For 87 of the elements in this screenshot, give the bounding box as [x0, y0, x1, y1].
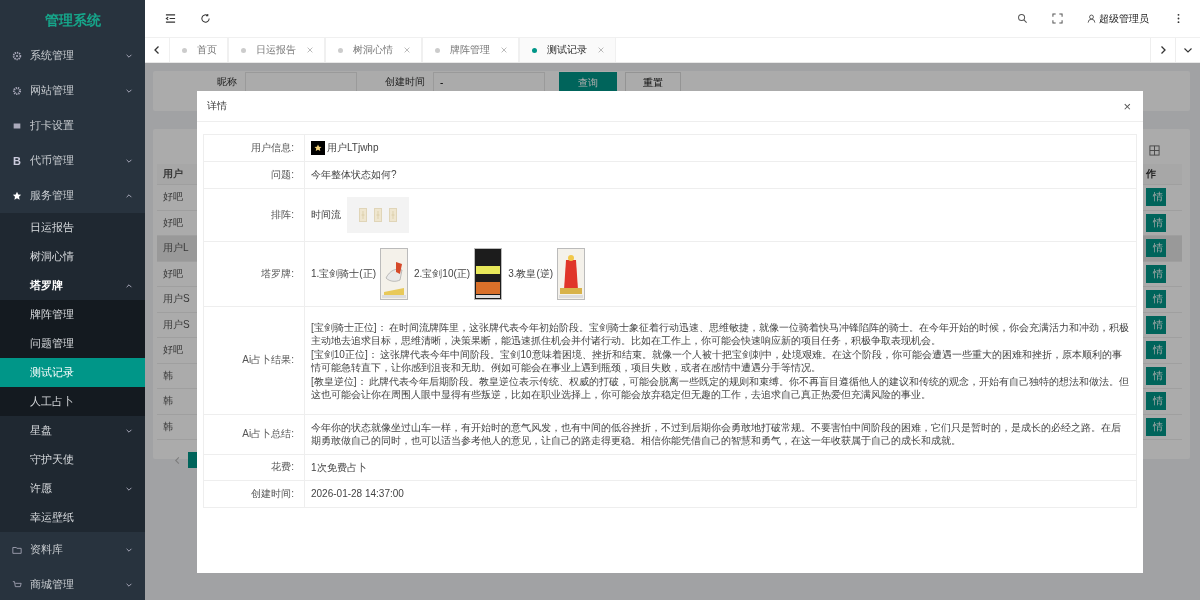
result-paragraph: [宝剑骑士正位]： 在时间流牌阵里，这张牌代表今年初始阶段。宝剑骑士象征着行动迅速、思维敏捷，就像一位骑着快马冲锋陷阵的骑士。在今年开始的时候，你会充满活力和冲劲，积极主动地去追求目标，思维清晰，决策果断，能迅速抓住机会并付诸行动。比如在工作上，你可能会快速响应新的项目任务，积极争取表现机会。: [311, 320, 1130, 348]
field-label: Ai占卜结果:: [242, 353, 294, 367]
user-name[interactable]: 超级管理员: [1099, 11, 1149, 26]
close-icon[interactable]: [306, 46, 314, 54]
page-tab[interactable]: 树洞心情: [325, 38, 422, 62]
field-label: 排阵:: [271, 207, 294, 222]
gear-icon: [12, 50, 22, 61]
sidebar-item[interactable]: 星盘: [0, 416, 145, 445]
star-icon: [12, 190, 22, 201]
card-name: 3.教皇(逆): [508, 266, 554, 281]
sidebar-item[interactable]: 人工占卜: [0, 387, 145, 416]
refresh-icon[interactable]: [200, 13, 211, 24]
app-logo-title: 管理系统: [43, 11, 102, 30]
sidebar-item[interactable]: 幸运壁纸: [0, 503, 145, 532]
reset-button[interactable]: 重置: [625, 72, 681, 94]
sidebar-item[interactable]: 问题管理: [0, 329, 145, 358]
result-paragraph: [教皇逆位]： 此牌代表今年后期阶段。教皇逆位表示传统、权威的打破，可能会脱离一些既定的规则和束缚。你不再盲目遵循他人的建议和传统的观念，开始有自己独特的想法和做法。但这也可能会让你在周围人眼中显得有些叛逆，比如在职业选择上，你可能会放弃稳定但无趣的工作，去追求自己真正热爱但充满风险的事业。: [311, 374, 1130, 402]
user-name: 用户LTjwhp: [327, 141, 379, 155]
user-icon: [1087, 14, 1096, 23]
field-value: 2026-01-28 14:37:00: [311, 487, 404, 501]
page-tab[interactable]: 日运报告: [228, 38, 325, 62]
table-cell: 韩: [163, 394, 173, 409]
grid-icon[interactable]: [1149, 145, 1160, 156]
menu-fold-icon[interactable]: [165, 13, 176, 24]
sidebar-item[interactable]: 树洞心情: [0, 242, 145, 271]
page-tab[interactable]: 测试记录: [519, 38, 616, 62]
sidebar-item[interactable]: 系统管理: [0, 38, 145, 73]
chevron-left-icon: [152, 45, 162, 55]
field-label: 用户信息:: [251, 141, 294, 155]
column-header: 用户: [163, 167, 183, 181]
sidebar-item[interactable]: 牌阵管理: [0, 300, 145, 329]
field-label: 问题:: [271, 167, 294, 182]
settings-icon: [12, 85, 22, 96]
field-label: 创建时间: [385, 75, 425, 89]
sidebar-glyph: B: [12, 154, 22, 167]
sidebar-item[interactable]: 商城管理: [0, 567, 145, 600]
sidebar-item[interactable]: 资料库: [0, 532, 145, 567]
table-cell: 用户S: [163, 317, 190, 332]
table-cell: 韩: [163, 419, 173, 434]
table-cell: 韩: [163, 368, 173, 383]
field-label: 塔罗牌:: [261, 266, 294, 281]
field-label: 创建时间:: [251, 486, 294, 501]
table-cell: 用户L: [163, 241, 189, 256]
chevron-down-icon: [1183, 45, 1193, 55]
input-field[interactable]: -: [433, 72, 545, 92]
table-cell: 好吧: [163, 215, 183, 230]
folder-icon: [12, 544, 22, 555]
column-header: 作: [1146, 167, 1156, 181]
cart-icon: [12, 579, 22, 590]
field-value: 今年你的状态就像坐过山车一样，有开始时的意气风发，也有中间的低谷挫折，不过到后期你会勇敢地打破常规。不要害怕中间阶段的困难，它们只是暂时的，是成长的必经之路。在后期勇敢做自己的同时，也可以适当参考他人的意见，让自己的路走得更稳。相信你能凭借自己的智慧和勇气，在这一年收获属于自己的成长和成就。: [311, 420, 1122, 448]
close-icon[interactable]: [403, 46, 411, 54]
card-name: 1.宝剑骑士(正): [311, 266, 376, 281]
sidebar-item[interactable]: 日运报告: [0, 213, 145, 242]
sidebar-item[interactable]: 服务管理: [0, 178, 145, 213]
sidebar-item[interactable]: 打卡设置: [0, 108, 145, 143]
card-back-icon: [374, 207, 382, 222]
close-button[interactable]: ×: [1123, 98, 1131, 114]
dialog-title: 详情: [207, 99, 227, 113]
table-cell: 用户S: [163, 292, 190, 307]
card-back-icon: [389, 207, 397, 222]
chevron-right-icon: [1158, 45, 1168, 55]
table-cell: 好吧: [163, 266, 183, 281]
sidebar-item[interactable]: 守护天使: [0, 445, 145, 474]
field-label: 昵称: [217, 75, 237, 89]
result-paragraph: [宝剑10正位]： 这张牌代表今年中间阶段。宝剑10意味着困境、挫折和结束。就像一个人被十把宝剑刺中，处境艰难。在这个阶段，你可能会遭遇一些重大的困难和挫折，原本顺利的事情可能急转直下，让你感到沮丧和无助。例如可能会在事业上遇到瓶颈，项目失败，或者在感情中遭遇分手等情况。: [311, 347, 1123, 375]
sidebar-item[interactable]: 测试记录: [0, 358, 145, 387]
close-icon[interactable]: [500, 46, 508, 54]
fullscreen-icon[interactable]: [1052, 13, 1063, 24]
card-name: 2.宝剑10(正): [414, 266, 471, 281]
sidebar-item[interactable]: 塔罗牌: [0, 271, 145, 300]
page-tab[interactable]: 首页: [169, 38, 228, 62]
field-value: 1次免费占卜: [311, 460, 367, 474]
field-label: 花费:: [271, 460, 294, 475]
field-value: 今年整体状态如何?: [311, 168, 397, 182]
field-label: Ai占卜总结:: [242, 427, 294, 441]
chevron-left-icon[interactable]: [173, 455, 182, 465]
sidebar-item[interactable]: B 代币管理: [0, 143, 145, 178]
sidebar-item[interactable]: 许愿: [0, 474, 145, 503]
search-icon[interactable]: [1017, 13, 1028, 24]
table-cell: 好吧: [163, 190, 183, 205]
avatar-icon: [311, 141, 325, 155]
field-value: 时间流: [311, 207, 341, 222]
input-field[interactable]: [245, 72, 357, 92]
close-icon[interactable]: [597, 46, 605, 54]
card-back-icon: [359, 207, 367, 222]
sidebar-item[interactable]: 网站管理: [0, 73, 145, 108]
table-cell: 好吧: [163, 343, 183, 358]
